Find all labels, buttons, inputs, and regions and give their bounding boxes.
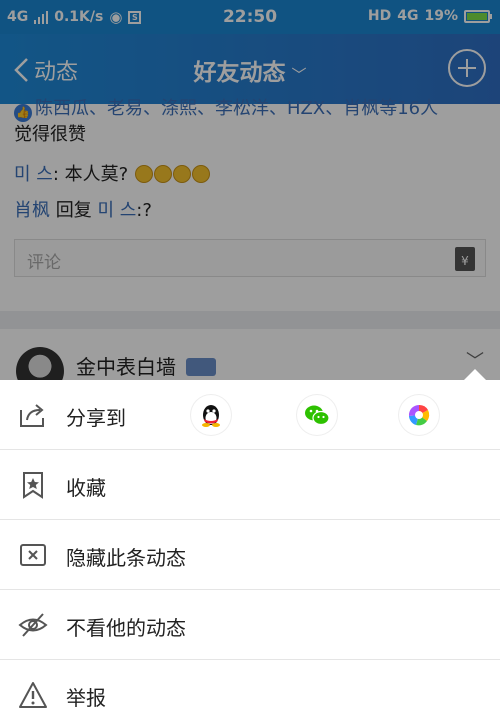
warning-icon	[19, 682, 47, 708]
sheet-item-report[interactable]: 举报	[0, 660, 500, 711]
wechat-share-button[interactable]	[297, 395, 337, 435]
sheet-item-mute[interactable]: 不看他的动态	[0, 590, 500, 660]
sheet-item-label: 收藏	[66, 476, 106, 500]
sheet-item-label: 不看他的动态	[66, 616, 186, 640]
moments-icon	[408, 404, 430, 426]
share-label: 分享到	[66, 406, 126, 430]
share-icon	[20, 404, 44, 427]
qq-share-button[interactable]	[191, 395, 231, 435]
bookmark-star-icon	[23, 472, 43, 499]
sheet-item-collect[interactable]: 收藏	[0, 450, 500, 520]
action-sheet: 分享到 收藏 隐藏此条动态 不看他的动态 举报	[0, 369, 500, 711]
share-row: 分享到	[0, 380, 500, 450]
sheet-item-label: 隐藏此条动态	[66, 546, 186, 570]
sheet-pointer	[464, 369, 486, 380]
sheet-item-hide[interactable]: 隐藏此条动态	[0, 520, 500, 590]
hide-x-icon	[20, 544, 46, 566]
sheet-item-label: 举报	[66, 686, 106, 710]
moments-share-button[interactable]	[399, 395, 439, 435]
qq-icon	[202, 405, 220, 427]
wechat-icon	[305, 405, 330, 426]
eye-off-icon	[18, 613, 48, 637]
